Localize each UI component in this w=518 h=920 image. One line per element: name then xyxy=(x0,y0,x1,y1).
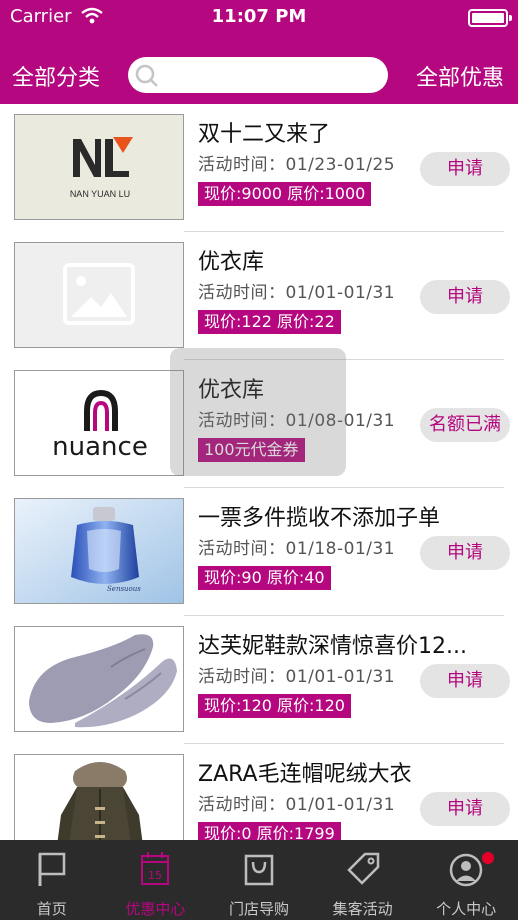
all-categories-button[interactable]: 全部分类 xyxy=(12,60,100,92)
loafer-shoe-image xyxy=(15,627,183,731)
deal-title: ZARA毛连帽呢绒大衣 xyxy=(198,762,412,787)
top-bar: Carrier 11:07 PM 全部分类 全部优惠 xyxy=(0,0,518,104)
tab-label: 集客活动 xyxy=(332,900,393,918)
nuance-logo: nuance xyxy=(15,371,183,475)
deal-price-badge: 现价:122 原价:22 xyxy=(198,310,341,334)
image-placeholder-icon xyxy=(15,243,183,347)
apply-button[interactable]: 申请 xyxy=(420,536,510,570)
deal-price-badge: 现价:90 原价:40 xyxy=(198,566,331,590)
deal-time: 活动时间：01/01-01/31 xyxy=(198,283,396,303)
deal-item[interactable]: Sensuous 一票多件揽收不添加子单 活动时间：01/18-01/31 现价… xyxy=(0,488,518,616)
deal-thumbnail xyxy=(14,626,184,732)
tag-icon xyxy=(346,852,379,885)
tab-profile[interactable]: 个人中心 xyxy=(414,840,518,920)
deal-thumbnail: nuance xyxy=(14,370,184,476)
shopping-bag-icon xyxy=(244,854,274,886)
tab-store-guide[interactable]: 门店导购 xyxy=(207,840,311,920)
deal-item[interactable]: 优衣库 活动时间：01/01-01/31 现价:122 原价:22 申请 xyxy=(0,232,518,360)
deal-time: 活动时间：01/18-01/31 xyxy=(198,539,396,559)
status-bar: Carrier 11:07 PM xyxy=(0,0,518,36)
calendar-day: 15 xyxy=(148,869,162,882)
tab-home[interactable]: 首页 xyxy=(0,840,104,920)
tab-label: 优惠中心 xyxy=(125,900,186,918)
deal-time: 活动时间：01/01-01/31 xyxy=(198,667,396,687)
apply-button[interactable]: 申请 xyxy=(420,664,510,698)
deal-thumbnail: NAN YUAN LU xyxy=(14,114,184,220)
nan-yuan-lu-logo: NAN YUAN LU xyxy=(15,115,183,219)
search-input[interactable] xyxy=(168,57,378,93)
deal-item[interactable]: NAN YUAN LU 双十二又来了 活动时间：01/23-01/25 现价:9… xyxy=(0,104,518,232)
deal-price-badge: 现价:120 原价:120 xyxy=(198,694,351,718)
svg-text:Sensuous: Sensuous xyxy=(107,585,141,593)
perfume-bottle-image: Sensuous xyxy=(15,499,183,603)
deal-time: 活动时间：01/01-01/31 xyxy=(198,795,396,815)
deal-title: 优衣库 xyxy=(198,250,265,275)
logo-text: nuance xyxy=(52,432,148,462)
tab-label: 个人中心 xyxy=(436,900,497,918)
battery-icon xyxy=(468,9,512,27)
search-icon xyxy=(135,64,158,87)
user-icon xyxy=(449,853,483,887)
tab-label: 门店导购 xyxy=(228,900,289,918)
hooded-coat-image xyxy=(15,755,183,840)
deal-time: 活动时间：01/23-01/25 xyxy=(198,155,396,175)
all-deals-button[interactable]: 全部优惠 xyxy=(416,60,504,92)
apply-button[interactable]: 申请 xyxy=(420,792,510,826)
deal-item[interactable]: ZARA毛连帽呢绒大衣 活动时间：01/01-01/31 现价:0 原价:179… xyxy=(0,744,518,840)
tab-deals-center[interactable]: 15 优惠中心 xyxy=(104,840,208,920)
deal-thumbnail: Sensuous xyxy=(14,498,184,604)
deal-title: 双十二又来了 xyxy=(198,122,331,147)
notification-badge xyxy=(482,852,495,864)
loading-toast xyxy=(170,348,346,476)
deal-thumbnail xyxy=(14,242,184,348)
search-box[interactable] xyxy=(128,57,388,93)
deal-title: 达芙妮鞋款深情惊喜价12... xyxy=(198,634,467,659)
calendar-icon: 15 xyxy=(141,852,170,885)
deal-price-badge: 现价:9000 原价:1000 xyxy=(198,182,372,206)
deal-price-badge: 现价:0 原价:1799 xyxy=(198,822,341,840)
logo-text: NAN YUAN LU xyxy=(70,189,130,199)
tab-bar: 首页 15 优惠中心 门店导购 集客活动 个人中心 xyxy=(0,840,518,920)
apply-button[interactable]: 申请 xyxy=(420,152,510,186)
apply-button[interactable]: 申请 xyxy=(420,280,510,314)
deal-item[interactable]: 达芙妮鞋款深情惊喜价12... 活动时间：01/01-01/31 现价:120 … xyxy=(0,616,518,744)
flag-icon xyxy=(38,852,66,886)
tab-promotions[interactable]: 集客活动 xyxy=(311,840,415,920)
quota-full-button[interactable]: 名额已满 xyxy=(420,408,510,442)
tab-label: 首页 xyxy=(36,900,67,918)
deal-title: 一票多件揽收不添加子单 xyxy=(198,506,441,531)
status-time: 11:07 PM xyxy=(211,6,307,27)
deal-thumbnail xyxy=(14,754,184,840)
